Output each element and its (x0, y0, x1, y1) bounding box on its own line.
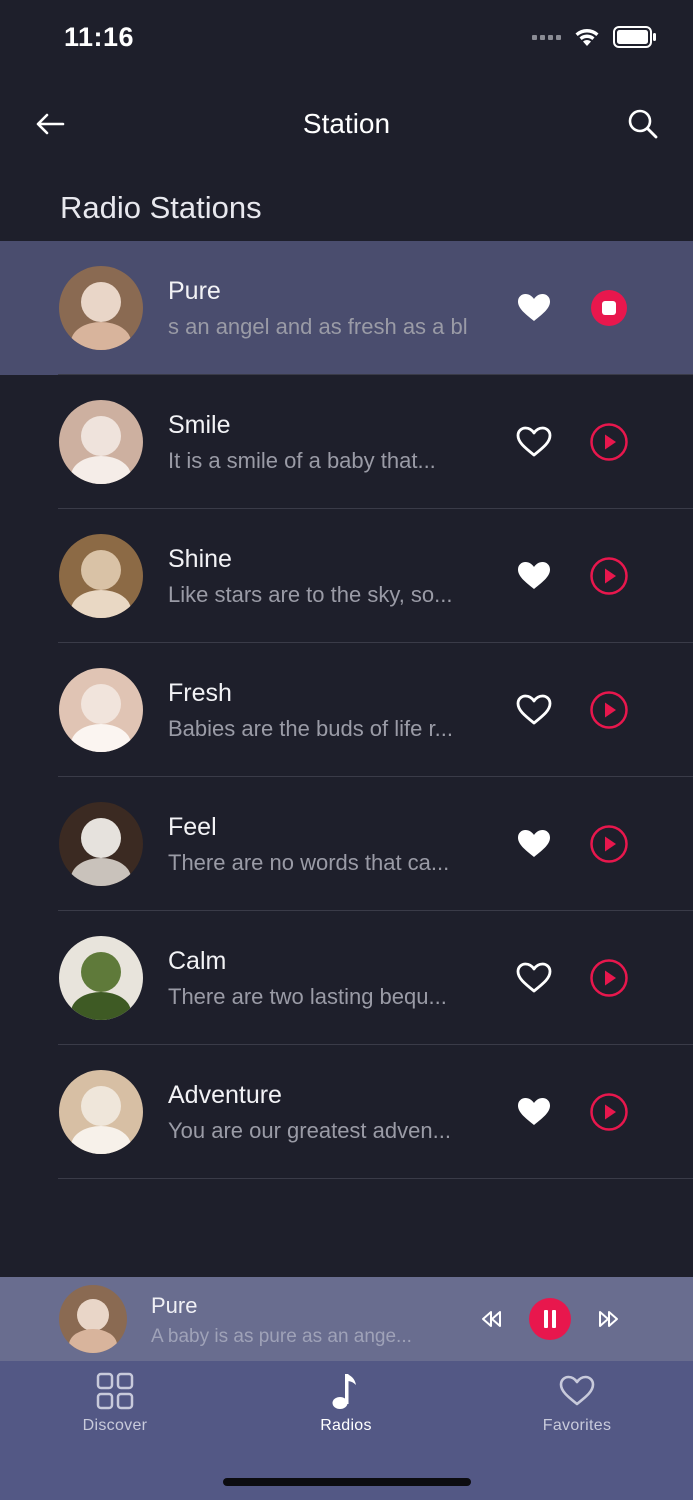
station-avatar (59, 400, 143, 484)
pause-icon (544, 1310, 556, 1328)
play-button[interactable] (589, 556, 629, 596)
station-name: Smile (168, 411, 231, 439)
heart-outline-icon (516, 694, 552, 725)
station-name: Shine (168, 545, 232, 573)
mini-player-title: Pure (151, 1293, 198, 1318)
tab-radios[interactable]: Radios (276, 1371, 416, 1451)
fast-forward-button[interactable] (594, 1305, 622, 1333)
tab-discover-label: Discover (82, 1417, 148, 1434)
station-row[interactable]: Smile It is a smile of a baby that... (0, 375, 693, 509)
heart-filled-icon (518, 830, 550, 857)
favorite-button[interactable] (514, 557, 554, 595)
play-icon (590, 825, 628, 863)
station-avatar (59, 534, 143, 618)
heart-filled-icon (518, 562, 550, 589)
play-icon (590, 691, 628, 729)
station-name: Fresh (168, 679, 232, 707)
station-row[interactable]: Shine Like stars are to the sky, so... (0, 509, 693, 643)
mini-player[interactable]: Pure A baby is as pure as an ange... (0, 1277, 693, 1361)
favorite-button[interactable] (514, 1093, 554, 1131)
station-avatar (59, 1070, 143, 1154)
tab-radios-label: Radios (320, 1417, 372, 1434)
favorite-button[interactable] (514, 289, 554, 327)
home-indicator (223, 1478, 471, 1486)
battery-icon (613, 26, 656, 48)
heart-outline-icon (516, 426, 552, 457)
play-button[interactable] (589, 824, 629, 864)
page-title: Station (302, 108, 391, 139)
station-description: Babies are the buds of life r... (168, 716, 453, 741)
row-divider (58, 1177, 693, 1179)
search-button[interactable] (623, 104, 663, 144)
tab-favorites[interactable]: Favorites (507, 1371, 647, 1451)
station-row[interactable]: Feel There are no words that ca... (0, 777, 693, 911)
station-name: Adventure (168, 1081, 282, 1109)
favorite-button[interactable] (514, 959, 554, 997)
play-button[interactable] (589, 422, 629, 462)
status-time: 11:16 (64, 22, 135, 52)
tab-discover[interactable]: Discover (45, 1371, 185, 1451)
status-icons (532, 26, 657, 48)
play-icon (590, 1093, 628, 1131)
play-icon (590, 557, 628, 595)
tab-favorites-label: Favorites (542, 1417, 612, 1434)
fast-forward-icon (599, 1311, 618, 1327)
play-icon (590, 959, 628, 997)
station-name: Pure (168, 277, 221, 305)
station-row[interactable]: Calm There are two lasting bequ... (0, 911, 693, 1045)
heart-filled-icon (518, 294, 550, 321)
navigation-bar: Station (0, 90, 693, 160)
station-description: There are two lasting bequ... (168, 984, 447, 1009)
station-avatar (59, 668, 143, 752)
mini-player-description: A baby is as pure as an ange... (151, 1326, 412, 1347)
play-button[interactable] (589, 1092, 629, 1132)
station-description: s an angel and as fresh as a bl (168, 314, 468, 339)
station-description: It is a smile of a baby that... (168, 448, 436, 473)
mini-player-avatar (59, 1285, 127, 1353)
station-description: You are our greatest adven... (168, 1118, 451, 1143)
music-note-icon (326, 1371, 366, 1411)
station-row[interactable]: Adventure You are our greatest adven... (0, 1045, 693, 1179)
grid-icon (95, 1371, 135, 1411)
station-name: Calm (168, 947, 227, 975)
play-button[interactable] (589, 690, 629, 730)
play-icon (590, 423, 628, 461)
rewind-icon (482, 1311, 501, 1327)
pause-button[interactable] (529, 1298, 571, 1340)
heart-outline-icon (516, 962, 552, 993)
rewind-button[interactable] (478, 1305, 506, 1333)
station-name: Feel (168, 813, 217, 841)
station-row[interactable]: Fresh Babies are the buds of life r... (0, 643, 693, 777)
search-icon (628, 109, 658, 139)
cellular-signal-icon (532, 34, 561, 40)
station-description: There are no words that ca... (168, 850, 450, 875)
heart-filled-icon (518, 1098, 550, 1125)
station-list: Pure s an angel and as fresh as a bl Smile… (0, 241, 693, 1179)
favorite-button[interactable] (514, 825, 554, 863)
station-avatar (59, 266, 143, 350)
wifi-icon (575, 29, 599, 46)
station-avatar (59, 802, 143, 886)
heart-outline-icon (557, 1371, 597, 1411)
play-button[interactable] (589, 958, 629, 998)
stop-icon (591, 290, 627, 326)
status-bar: 11:16 (0, 0, 693, 80)
section-title: Radio Stations (60, 190, 262, 225)
station-description: Like stars are to the sky, so... (168, 582, 453, 607)
station-avatar (59, 936, 143, 1020)
favorite-button[interactable] (514, 691, 554, 729)
stop-button[interactable] (589, 288, 629, 328)
favorite-button[interactable] (514, 423, 554, 461)
station-row[interactable]: Pure s an angel and as fresh as a bl (0, 241, 693, 375)
